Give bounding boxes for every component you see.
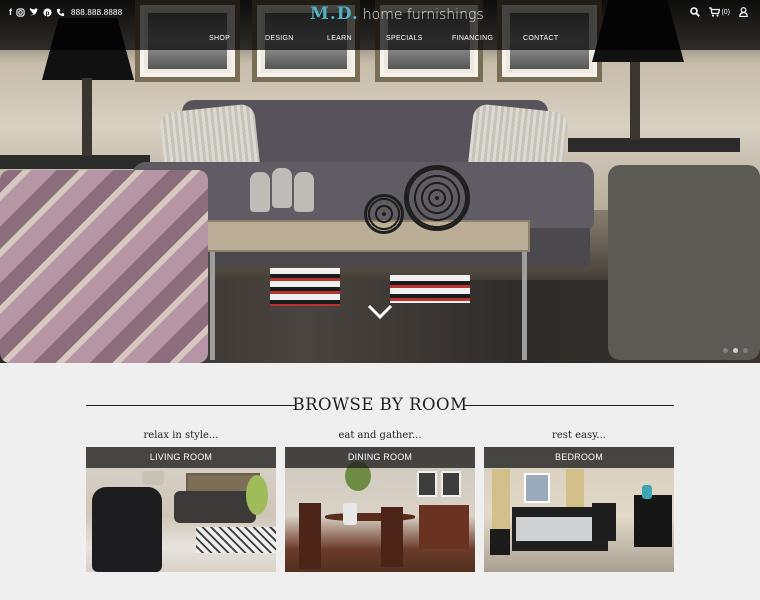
room-photo-dining[interactable]: DINING ROOM: [285, 447, 475, 572]
dresser: [634, 495, 672, 547]
room-card-dining[interactable]: eat and gather... DINING ROOM: [285, 430, 475, 572]
logo-initials: M.D.: [310, 4, 359, 24]
room-card-bedroom[interactable]: rest easy... BEDROOM: [484, 430, 674, 572]
room-tagline: eat and gather...: [338, 430, 422, 441]
cart-count: (0): [721, 8, 730, 16]
plant: [246, 475, 268, 515]
table-leg: [210, 252, 215, 360]
lamp-stem: [630, 62, 640, 140]
end-table: [568, 138, 740, 152]
coffee-table: [190, 220, 530, 252]
vase: [250, 172, 270, 212]
scroll-down-icon[interactable]: [366, 300, 394, 324]
social-links: f p 888.888.8888: [9, 7, 122, 17]
phone-number[interactable]: 888.888.8888: [71, 8, 122, 17]
room-tagline: rest easy...: [552, 430, 606, 441]
instagram-icon[interactable]: [16, 7, 25, 17]
room-tagline: relax in style...: [143, 430, 219, 441]
room-photo-bedroom[interactable]: BEDROOM: [484, 447, 674, 572]
nightstand: [490, 529, 510, 555]
chair-cushion: [343, 503, 357, 525]
armchair-left: [0, 170, 208, 363]
site-logo[interactable]: M.D. home furnishings: [310, 4, 484, 24]
vase: [272, 168, 292, 208]
curtain: [492, 469, 510, 529]
logo-wordmark: home furnishings: [362, 7, 484, 23]
wall-art: [417, 471, 437, 497]
decor-sphere: [404, 165, 470, 231]
sofa: [174, 491, 256, 523]
ottoman: [196, 527, 276, 553]
dining-chair: [381, 507, 403, 567]
nav-item-financing[interactable]: FINANCING: [452, 35, 493, 42]
lamp-stem: [82, 78, 92, 156]
header-utilities: (0): [690, 7, 748, 17]
hero-banner: f p 888.888.8888 M.D. home furnishings SH…: [0, 0, 760, 363]
facebook-icon[interactable]: f: [9, 7, 12, 17]
cart-link[interactable]: (0): [709, 7, 730, 17]
dining-chair: [299, 503, 321, 569]
nav-item-contact[interactable]: CONTACT: [523, 35, 558, 42]
vase: [642, 485, 652, 499]
user-account-icon[interactable]: [739, 7, 748, 17]
nav-item-learn[interactable]: LEARN: [327, 35, 352, 42]
search-icon[interactable]: [690, 7, 701, 17]
vase: [294, 172, 314, 212]
room-label-dining[interactable]: DINING ROOM: [285, 447, 475, 468]
twitter-icon[interactable]: [29, 7, 39, 17]
nav-item-shop[interactable]: SHOP: [209, 35, 230, 42]
bedding: [516, 517, 602, 541]
wall-art: [524, 473, 550, 503]
heading-divider-right: [464, 405, 674, 406]
browse-by-room-section: BROWSE BY ROOM relax in style... LIVING …: [0, 363, 760, 600]
books: [270, 268, 340, 306]
cart-icon: [709, 7, 721, 17]
carousel-dot[interactable]: [723, 348, 728, 353]
pinterest-icon[interactable]: p: [43, 7, 52, 17]
carousel-dot[interactable]: [743, 348, 748, 353]
leather-chair: [92, 487, 162, 572]
sideboard: [419, 505, 469, 549]
books: [390, 275, 470, 303]
room-photo-living[interactable]: LIVING ROOM: [86, 447, 276, 572]
chest: [592, 503, 616, 541]
svg-text:p: p: [46, 9, 50, 16]
carousel-dot-active[interactable]: [733, 348, 738, 353]
room-card-living[interactable]: relax in style... LIVING ROOM: [86, 430, 276, 572]
top-navigation-bar: f p 888.888.8888 M.D. home furnishings SH…: [0, 0, 760, 50]
carousel-dots: [723, 348, 748, 353]
table-leg: [522, 252, 527, 360]
phone-icon[interactable]: [56, 8, 65, 17]
room-label-living[interactable]: LIVING ROOM: [86, 447, 276, 468]
decor-sphere: [364, 194, 404, 234]
lamp: [142, 471, 164, 485]
nav-item-design[interactable]: DESIGN: [265, 35, 294, 42]
end-table: [0, 155, 150, 169]
room-label-bedroom[interactable]: BEDROOM: [484, 447, 674, 468]
wall-art: [441, 471, 461, 497]
armchair-right: [608, 165, 760, 360]
nav-item-specials[interactable]: SPECIALS: [386, 35, 423, 42]
